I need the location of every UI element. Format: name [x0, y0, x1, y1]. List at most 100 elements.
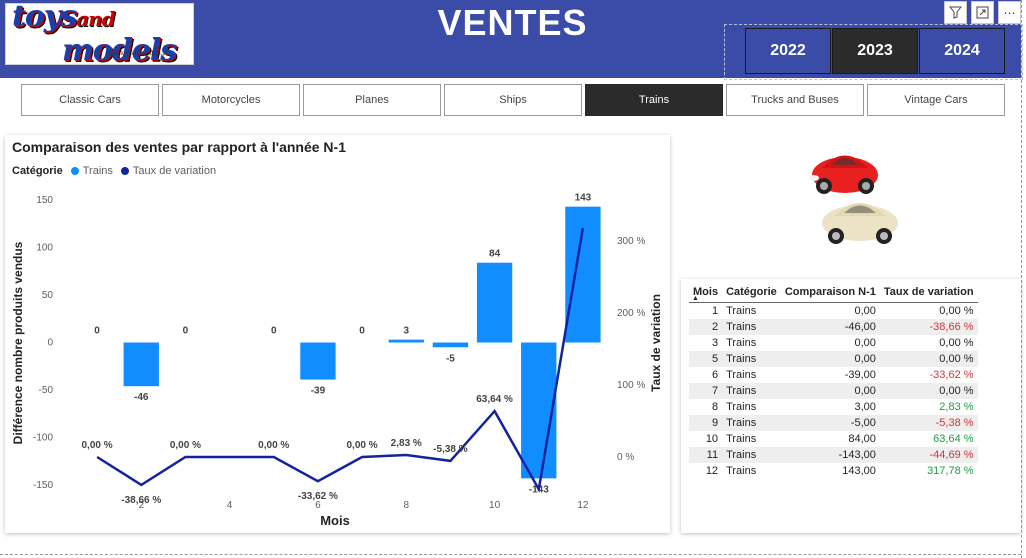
category-button-vintage-cars[interactable]: Vintage Cars [867, 84, 1005, 116]
bar-month-9 [432, 342, 469, 348]
cell-mois: 5 [689, 351, 723, 367]
cell-taux: -33,62 % [929, 369, 974, 381]
page-title: VENTES [437, 2, 588, 43]
bar-data-label: 0 [359, 326, 365, 337]
table-row[interactable]: 5 Trains 0,00 0,00 % [689, 351, 978, 367]
cell-taux: 2,83 % [939, 401, 974, 413]
bar-month-6 [300, 342, 336, 380]
x-tick-label: 8 [403, 500, 409, 511]
line-data-label: 63,64 % [476, 394, 513, 405]
bar-month-12 [565, 206, 601, 343]
table-row[interactable]: 1 Trains 0,00 0,00 % [689, 303, 978, 320]
category-button-classic-cars[interactable]: Classic Cars [21, 84, 159, 116]
cell-mois: 2 [689, 319, 723, 335]
more-options-icon[interactable]: ⋯ [998, 1, 1021, 24]
canvas-edge-bottom [0, 554, 1021, 556]
category-button-trucks-and-buses[interactable]: Trucks and Buses [726, 84, 864, 116]
cell-comparaison: 0,00 [854, 305, 876, 317]
cell-taux: 0,00 % [939, 337, 974, 349]
column-header-mois[interactable]: Mois ▲ [689, 283, 723, 303]
cell-categorie: Trains [722, 415, 781, 431]
bar-data-label: 143 [575, 193, 592, 204]
bar-data-label: 84 [489, 249, 501, 260]
y-tick-label: -100 [33, 433, 53, 444]
cell-comparaison: -5,00 [780, 415, 880, 431]
category-button-trains[interactable]: Trains [585, 84, 723, 116]
cell-categorie: Trains [722, 383, 781, 399]
cell-taux: -5,38 % [879, 415, 978, 431]
x-tick-label: 12 [577, 500, 589, 511]
year-button-2024[interactable]: 2024 [919, 28, 1005, 74]
y-tick-label: 100 [36, 243, 53, 254]
cell-categorie: Trains [726, 305, 757, 317]
cream-beetle-car [822, 203, 898, 244]
cell-mois: 12 [705, 465, 719, 477]
bar-data-label: -39 [311, 386, 326, 397]
y2-axis-title: Taux de variation [649, 294, 663, 392]
line-data-label: -5,38 % [433, 444, 468, 455]
column-header-taux[interactable]: Taux de variation [879, 283, 978, 303]
y-tick-label: 0 [47, 338, 53, 349]
cell-categorie: Trains [722, 447, 781, 463]
cell-mois: 9 [689, 415, 723, 431]
y2-tick-label: 100 % [617, 380, 645, 391]
bar-month-2 [123, 342, 159, 387]
cell-categorie: Trains [726, 465, 757, 477]
cell-comparaison: 0,00 [780, 351, 880, 367]
cell-comparaison: 84,00 [848, 433, 876, 445]
x-tick-label: 4 [227, 500, 233, 511]
cell-mois: 11 [689, 447, 723, 463]
cell-categorie: Trains [726, 369, 757, 381]
year-button-2023[interactable]: 2023 [832, 28, 918, 74]
x-axis-title: Mois [320, 513, 350, 528]
line-data-label: 0,00 % [347, 440, 378, 451]
table-row[interactable]: 3 Trains 0,00 0,00 % [689, 335, 978, 351]
table-row[interactable]: 12 Trains 143,00 317,78 % [689, 463, 978, 479]
comparison-table-card: Mois ▲ Catégorie Comparaison N-1 Taux de… [681, 279, 1021, 533]
canvas-edge-right [1021, 0, 1023, 558]
y-tick-label: -150 [33, 480, 53, 491]
cell-categorie: Trains [722, 351, 781, 367]
line-data-label: 0,00 % [170, 440, 201, 451]
table-row[interactable]: 8 Trains 3,00 2,83 % [689, 399, 978, 415]
combo-chart: 150100500-50-100-150300 %200 %100 %0 %2 4… [11, 193, 663, 528]
category-button-ships[interactable]: Ships [444, 84, 582, 116]
y-tick-label: 150 [36, 195, 53, 206]
category-button-motorcycles[interactable]: Motorcycles [162, 84, 300, 116]
cell-categorie: Trains [726, 337, 757, 349]
cell-taux: 0,00 % [939, 305, 974, 317]
toy-cars-image [809, 155, 898, 244]
cell-comparaison: 3,00 [854, 401, 876, 413]
cell-comparaison: 143,00 [842, 465, 876, 477]
category-button-planes[interactable]: Planes [303, 84, 441, 116]
y2-tick-label: 300 % [617, 236, 645, 247]
table-row[interactable]: 11 Trains -143,00 -44,69 % [689, 447, 978, 463]
table-row[interactable]: 2 Trains -46,00 -38,66 % [689, 319, 978, 335]
table-row[interactable]: 6 Trains -39,00 -33,62 % [689, 367, 978, 383]
red-beetle-car [809, 155, 878, 194]
column-header-categorie[interactable]: Catégorie [722, 283, 781, 303]
cell-comparaison: -143,00 [780, 447, 880, 463]
cell-taux: 0,00 % [879, 351, 978, 367]
table-row[interactable]: 9 Trains -5,00 -5,38 % [689, 415, 978, 431]
table-row[interactable]: 10 Trains 84,00 63,64 % [689, 431, 978, 447]
cell-mois: 3 [711, 337, 719, 349]
sort-ascending-icon: ▲ [692, 295, 699, 302]
focus-mode-icon[interactable] [971, 1, 994, 24]
column-header-comparaison[interactable]: Comparaison N-1 [780, 283, 880, 303]
filter-icon[interactable] [944, 1, 967, 24]
cell-mois: 1 [711, 305, 719, 317]
y2-tick-label: 0 % [617, 452, 634, 463]
bar-month-10 [476, 262, 513, 343]
cell-categorie: Trains [726, 401, 757, 413]
y-axis-title: Différence nombre produits vendus [11, 241, 25, 444]
cell-mois: 8 [711, 401, 719, 413]
cell-comparaison: -46,00 [780, 319, 880, 335]
line-data-label: -38,66 % [121, 495, 161, 506]
cell-comparaison: 0,00 [780, 383, 880, 399]
table-row[interactable]: 7 Trains 0,00 0,00 % [689, 383, 978, 399]
cell-mois: 6 [711, 369, 719, 381]
bar-data-label: -46 [134, 392, 149, 403]
year-button-2022[interactable]: 2022 [745, 28, 831, 74]
bar-data-label: -5 [446, 353, 455, 364]
